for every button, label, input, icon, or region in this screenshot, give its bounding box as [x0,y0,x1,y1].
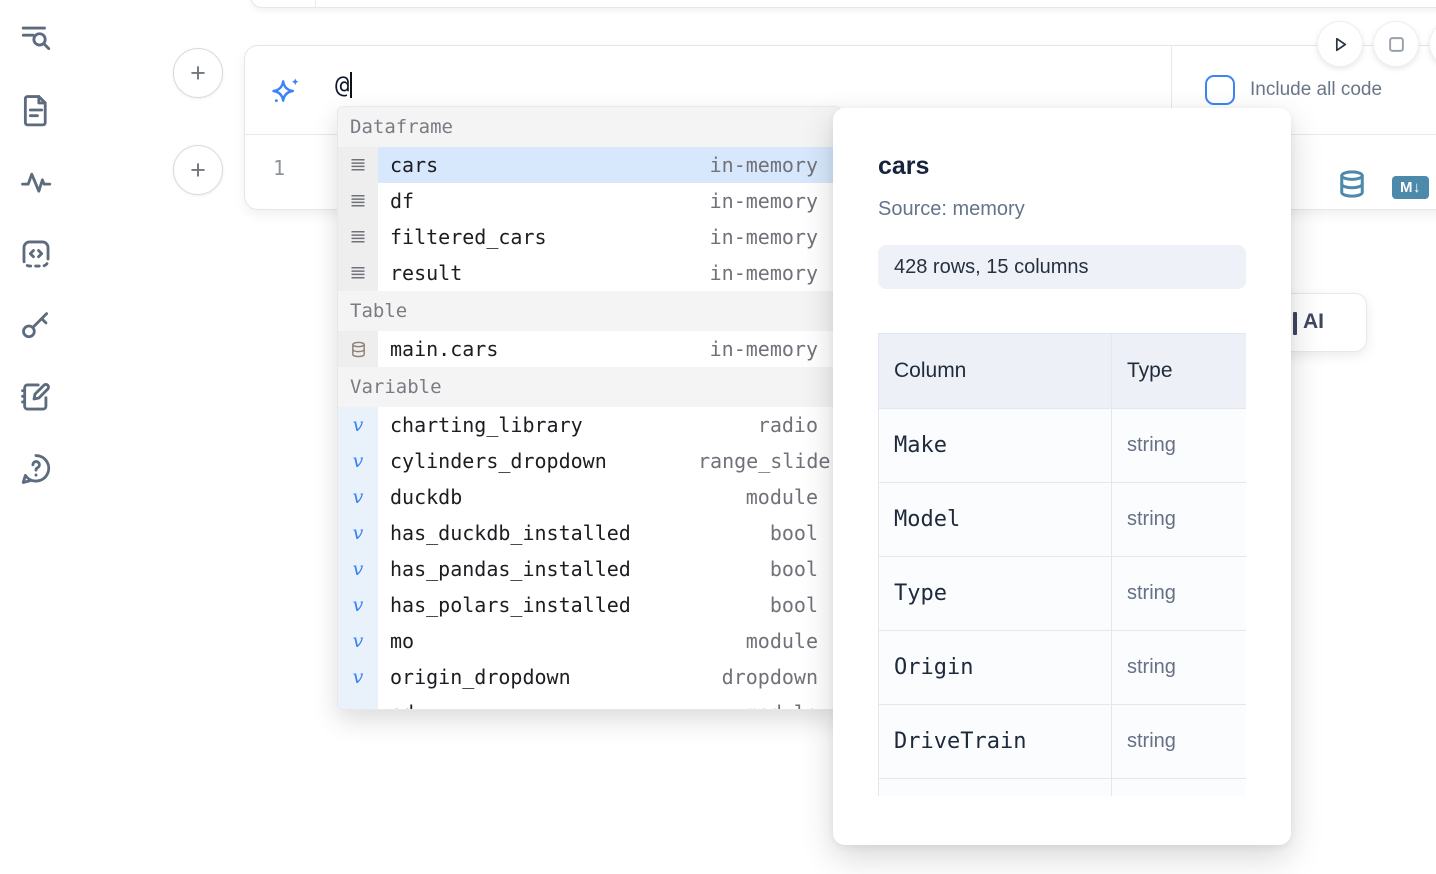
ai-prompt-value: @ [335,71,349,99]
dataframe-icon [338,219,378,255]
autocomplete-item-result[interactable]: resultin-memory [338,255,840,291]
stop-icon [1388,36,1405,53]
autocomplete-item-charting-library[interactable]: v charting_libraryradio [338,407,840,443]
autocomplete-item-has-polars-installed[interactable]: v has_polars_installedbool [338,587,840,623]
autocomplete-item-has-duckdb-installed[interactable]: v has_duckdb_installedbool [338,515,840,551]
dataframe-icon [338,147,378,183]
table-row-clipped [879,779,1247,797]
autocomplete-dropdown: Dataframe carsin-memory dfin-memory filt… [337,106,841,710]
include-all-code-label: Include all code [1250,79,1382,101]
autocomplete-item-pd[interactable]: v pdmodule [338,695,840,710]
variable-icon: v [338,443,378,479]
editor-line-number: 1 [273,156,285,180]
clipped-glyph [1293,312,1297,335]
stop-button[interactable] [1374,22,1418,66]
database-icon[interactable] [1337,169,1367,199]
variable-icon: v [338,695,378,710]
schema-header-row: Column Type [879,334,1247,409]
key-icon[interactable] [19,308,53,342]
include-all-code-checkbox[interactable] [1205,75,1235,105]
ai-prompt-input[interactable]: @ [335,70,352,100]
variable-icon: v [338,551,378,587]
sparkles-ai-icon [269,74,303,108]
add-cell-above-button[interactable]: + [173,48,223,98]
dataframe-preview-panel: cars Source: memory 428 rows, 15 columns… [833,108,1291,845]
activity-icon[interactable] [19,165,53,199]
previous-cell-bottom-edge [250,0,1436,8]
table-row: DriveTrain string [879,705,1247,779]
help-circle-icon[interactable] [19,452,53,486]
table-row: Model string [879,483,1247,557]
autocomplete-item-main-cars[interactable]: main.carsin-memory [338,331,840,367]
add-cell-below-button[interactable]: + [173,145,223,195]
variable-icon: v [338,407,378,443]
ai-card-label: AI [1303,310,1324,334]
autocomplete-item-cars[interactable]: carsin-memory [338,147,840,183]
schema-table: Column Type Make string Model string Typ… [878,333,1246,796]
shape-badge: 428 rows, 15 columns [878,245,1246,289]
table-row: Origin string [879,631,1247,705]
variable-icon: v [338,515,378,551]
code-snippet-icon[interactable] [19,237,53,271]
autocomplete-item-origin-dropdown[interactable]: v origin_dropdowndropdown [338,659,840,695]
list-search-icon[interactable] [19,21,53,55]
section-header-table: Table [338,291,840,331]
autocomplete-item-cylinders-dropdown[interactable]: v cylinders_dropdownrange_slider [338,443,840,479]
file-text-icon[interactable] [19,93,53,127]
panel-source: Source: memory [878,198,1246,221]
marimo-notebook-page: + + @ Include all code 1 M↓ [0,0,1436,874]
panel-title: cars [878,152,1246,181]
section-header-variable: Variable [338,367,840,407]
variable-icon: v [338,479,378,515]
table-row: Make string [879,409,1247,483]
dataframe-icon [338,255,378,291]
left-sidebar [0,0,72,874]
autocomplete-item-filtered-cars[interactable]: filtered_carsin-memory [338,219,840,255]
table-row: Type string [879,557,1247,631]
previous-cell-gutter-divider [315,0,316,7]
play-icon [1331,35,1350,54]
dataframe-icon [338,183,378,219]
autocomplete-item-has-pandas-installed[interactable]: v has_pandas_installedbool [338,551,840,587]
run-cell-button[interactable] [1318,22,1362,66]
text-caret [350,72,352,98]
schema-header-column: Column [879,334,1112,409]
autocomplete-item-mo[interactable]: v momodule [338,623,840,659]
section-header-dataframe: Dataframe [338,107,840,147]
schema-header-type: Type [1112,334,1247,409]
schema-table-wrap: Column Type Make string Model string Typ… [878,333,1246,796]
variable-icon: v [338,587,378,623]
markdown-icon[interactable]: M↓ [1392,176,1429,199]
include-all-code-option: Include all code [1205,75,1382,105]
variable-icon: v [338,623,378,659]
autocomplete-item-duckdb[interactable]: v duckdbmodule [338,479,840,515]
variable-icon: v [338,659,378,695]
autocomplete-item-df[interactable]: dfin-memory [338,183,840,219]
notebook-pen-icon[interactable] [19,380,53,414]
table-database-icon [338,331,378,367]
